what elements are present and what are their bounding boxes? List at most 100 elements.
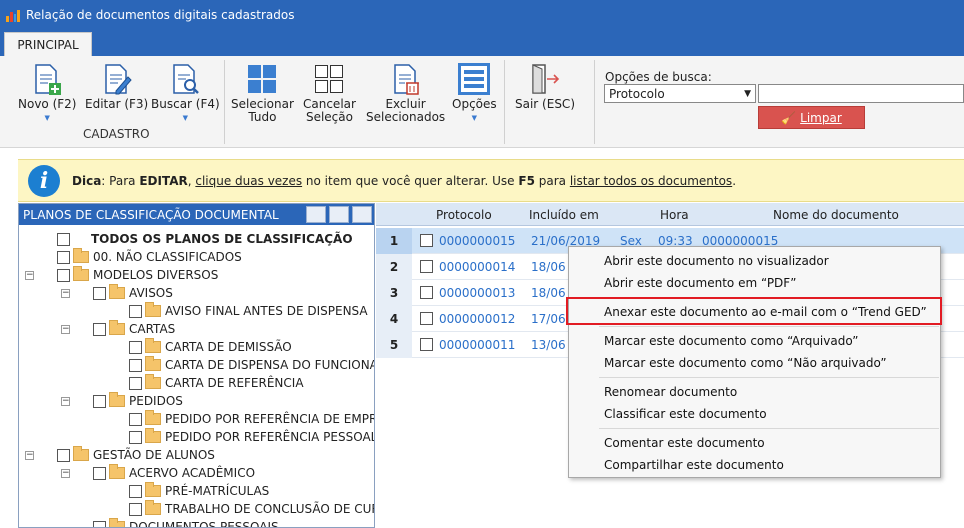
tree-node-label: CARTA DE DISPENSA DO FUNCIONA xyxy=(165,358,375,372)
menu-item-classify[interactable]: Classificar este documento xyxy=(604,407,767,421)
tree-node[interactable]: PEDIDO POR REFERÊNCIA PESSOAL xyxy=(129,428,374,446)
options-dropdown-icon[interactable]: ▼ xyxy=(472,112,477,125)
tree-node[interactable]: CARTA DE REFERÊNCIA xyxy=(129,374,304,392)
column-nome[interactable]: Nome do documento xyxy=(773,208,899,222)
hint-link-double-click[interactable]: clique duas vezes xyxy=(195,174,302,188)
tree-node-label: MODELOS DIVERSOS xyxy=(93,268,219,282)
cell-protocolo: 0000000014 xyxy=(439,260,516,274)
new-dropdown-icon[interactable]: ▼ xyxy=(45,112,50,125)
collapse-all-icon[interactable] xyxy=(329,206,349,223)
collapse-icon[interactable]: − xyxy=(25,450,34,460)
row-checkbox[interactable] xyxy=(420,234,433,247)
folder-icon xyxy=(109,320,125,335)
menu-item-mark-archived[interactable]: Marcar este documento como “Arquivado” xyxy=(604,334,858,348)
tree-checkbox[interactable] xyxy=(129,430,142,444)
collapse-icon[interactable]: − xyxy=(25,270,34,280)
tree-node[interactable]: − GESTÃO DE ALUNOS xyxy=(25,446,215,464)
collapse-icon[interactable]: − xyxy=(61,396,70,406)
edit-button[interactable]: Editar (F3) xyxy=(85,62,148,111)
row-checkbox[interactable] xyxy=(420,286,433,299)
column-incluido[interactable]: Incluído em xyxy=(529,208,599,222)
search-input[interactable] xyxy=(758,84,964,103)
tree-node[interactable]: CARTA DE DEMISSÃO xyxy=(129,338,292,356)
tree-checkbox[interactable] xyxy=(57,268,70,282)
cell-protocolo: 0000000013 xyxy=(439,286,516,300)
folder-icon xyxy=(145,302,161,317)
search-document-icon xyxy=(168,62,202,96)
collapse-icon[interactable]: − xyxy=(61,324,70,334)
menu-item-open-pdf[interactable]: Abrir este documento em “PDF” xyxy=(604,276,796,290)
collapse-icon[interactable]: − xyxy=(61,468,70,478)
tree-options-icon[interactable] xyxy=(352,206,372,223)
row-checkbox[interactable] xyxy=(420,260,433,273)
tree-node[interactable]: − CARTAS xyxy=(61,320,175,338)
tree-node-label: CARTA DE REFERÊNCIA xyxy=(165,376,304,390)
select-all-button[interactable]: Selecionar Tudo xyxy=(231,62,294,124)
tree-checkbox[interactable] xyxy=(129,502,142,516)
cancel-selection-icon xyxy=(312,62,346,96)
column-protocolo[interactable]: Protocolo xyxy=(436,208,492,222)
tree-checkbox[interactable] xyxy=(57,448,70,462)
collapse-icon[interactable]: − xyxy=(61,288,70,298)
search-dropdown-icon[interactable]: ▼ xyxy=(183,112,188,125)
cancel-selection-button[interactable]: Cancelar Seleção xyxy=(303,62,356,124)
tree-checkbox[interactable] xyxy=(57,250,70,264)
search-button[interactable]: Buscar (F4) ▼ xyxy=(151,62,220,125)
folder-icon xyxy=(109,284,125,299)
tree-checkbox[interactable] xyxy=(93,394,106,408)
grid-header: Protocolo Incluído em Hora Nome do docum… xyxy=(376,203,964,226)
menu-item-share[interactable]: Compartilhar este documento xyxy=(604,458,784,472)
clear-button[interactable]: 🧹 Limpar xyxy=(758,106,865,129)
delete-selected-button[interactable]: Excluir Selecionados xyxy=(366,62,445,124)
tree-header: PLANOS DE CLASSIFICAÇÃO DOCUMENTAL xyxy=(19,204,374,225)
tree-checkbox[interactable] xyxy=(129,412,142,426)
folder-icon xyxy=(145,500,161,515)
tree-checkbox[interactable] xyxy=(93,322,106,336)
tree-checkbox[interactable] xyxy=(129,340,142,354)
group-cadastro: CADASTRO xyxy=(83,127,150,141)
expand-all-icon[interactable] xyxy=(306,206,326,223)
cell-data: 17/06 xyxy=(531,312,566,326)
tree-node[interactable]: PEDIDO POR REFERÊNCIA DE EMPR xyxy=(129,410,374,428)
new-button[interactable]: Novo (F2) ▼ xyxy=(18,62,76,125)
tree-checkbox[interactable] xyxy=(93,286,106,300)
exit-button[interactable]: Sair (ESC) xyxy=(515,62,575,111)
tree-checkbox[interactable] xyxy=(93,520,106,527)
tree-checkbox[interactable] xyxy=(93,466,106,480)
search-field-select[interactable]: Protocolo ▼ xyxy=(604,84,756,103)
tree-node[interactable]: AVISO FINAL ANTES DE DISPENSA xyxy=(129,302,368,320)
tree-node[interactable]: − ACERVO ACADÊMICO xyxy=(61,464,255,482)
folder-icon xyxy=(145,338,161,353)
tree-node-label: DOCUMENTOS PESSOAIS xyxy=(129,520,279,528)
menu-item-comment[interactable]: Comentar este documento xyxy=(604,436,765,450)
tree-node[interactable]: PRÉ-MATRÍCULAS xyxy=(129,482,269,500)
column-hora[interactable]: Hora xyxy=(660,208,689,222)
tab-principal[interactable]: PRINCIPAL xyxy=(4,32,92,56)
tree-node[interactable]: − PEDIDOS xyxy=(61,392,183,410)
tree-node[interactable]: − MODELOS DIVERSOS xyxy=(25,266,218,284)
tree-node-all[interactable]: TODOS OS PLANOS DE CLASSIFICAÇÃO xyxy=(57,230,353,248)
hint-link-list-all[interactable]: listar todos os documentos xyxy=(570,174,732,188)
options-button[interactable]: Opções ▼ xyxy=(452,62,497,125)
tree-checkbox[interactable] xyxy=(129,304,142,318)
folder-icon xyxy=(145,356,161,371)
tree-checkbox[interactable] xyxy=(129,376,142,390)
tree-checkbox[interactable] xyxy=(57,232,70,246)
row-checkbox[interactable] xyxy=(420,338,433,351)
tree-node[interactable]: − AVISOS xyxy=(61,284,173,302)
tree-node-label: 00. NÃO CLASSIFICADOS xyxy=(93,250,242,264)
tree-checkbox[interactable] xyxy=(129,358,142,372)
menu-item-open-viewer[interactable]: Abrir este documento no visualizador xyxy=(604,254,829,268)
ribbon: Novo (F2) ▼ Editar (F3) Buscar (F4) ▼ CA… xyxy=(0,56,964,148)
tree-node[interactable]: CARTA DE DISPENSA DO FUNCIONA xyxy=(129,356,375,374)
hint-bar: i Dica: Para EDITAR, clique duas vezes n… xyxy=(18,159,964,202)
tree-node[interactable]: 00. NÃO CLASSIFICADOS xyxy=(57,248,242,266)
menu-item-rename[interactable]: Renomear documento xyxy=(604,385,737,399)
menu-item-mark-unarchived[interactable]: Marcar este documento como “Não arquivad… xyxy=(604,356,887,370)
tree-node[interactable]: DOCUMENTOS PESSOAIS xyxy=(93,518,279,528)
tree-checkbox[interactable] xyxy=(129,484,142,498)
folder-icon xyxy=(109,464,125,479)
folder-icon xyxy=(73,266,89,281)
tree-node[interactable]: TRABALHO DE CONCLUSÃO DE CUR xyxy=(129,500,374,518)
row-checkbox[interactable] xyxy=(420,312,433,325)
